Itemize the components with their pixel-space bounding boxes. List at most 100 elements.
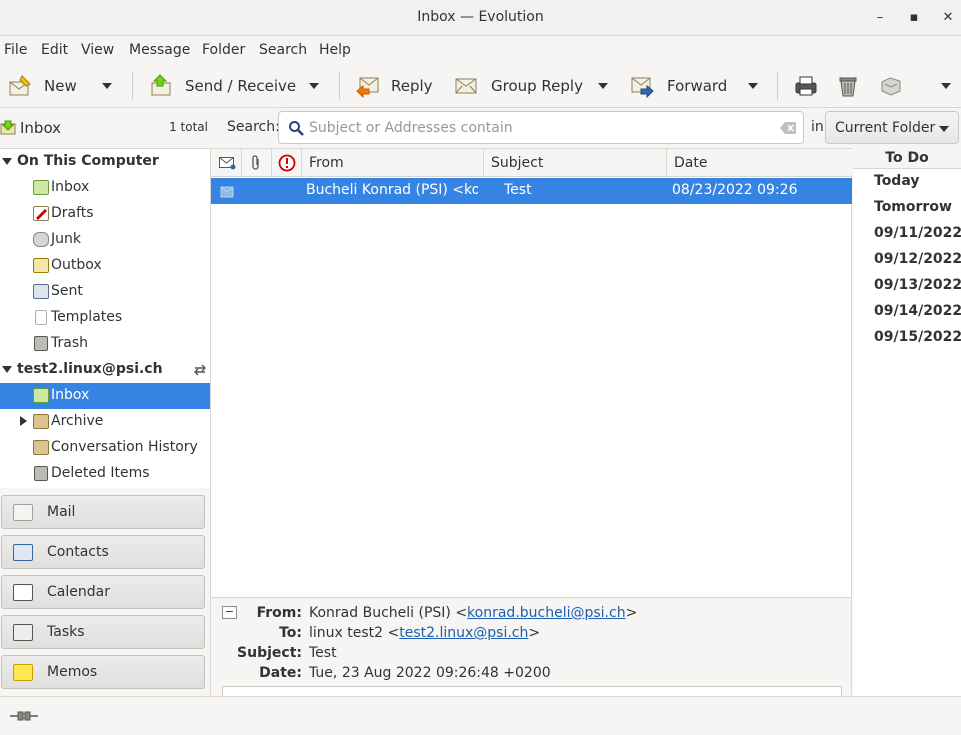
- search-input[interactable]: Subject or Addresses contain: [278, 111, 804, 144]
- menu-folder[interactable]: Folder: [202, 42, 245, 58]
- todo-day[interactable]: 09/12/2022: [874, 251, 961, 267]
- todo-day[interactable]: 09/15/2022: [874, 329, 961, 345]
- message-list: From Subject Date Bucheli Konrad (PSI) <…: [211, 148, 852, 597]
- group-reply-dropdown-arrow[interactable]: [593, 64, 613, 108]
- folder-tree: On This Computer Inbox Drafts Junk Outbo…: [0, 148, 211, 488]
- send-receive-icon: [151, 74, 171, 96]
- calendar-icon: [13, 584, 33, 601]
- message-subject: Test: [504, 182, 532, 198]
- group-reply-icon: [455, 78, 477, 94]
- to-email-link[interactable]: test2.linux@psi.ch: [399, 625, 528, 641]
- folder-deleted-items[interactable]: Deleted Items: [0, 461, 210, 487]
- memos-icon: [13, 664, 33, 681]
- folder-archive[interactable]: Archive: [0, 409, 210, 435]
- header-date: Date: Tue, 23 Aug 2022 09:26:48 +0200: [259, 665, 551, 681]
- close-button[interactable]: ✕: [938, 8, 958, 28]
- todo-day[interactable]: 09/14/2022: [874, 303, 961, 319]
- new-button[interactable]: New: [8, 64, 77, 108]
- folder-drafts[interactable]: Drafts: [0, 201, 210, 227]
- column-subject[interactable]: Subject: [484, 149, 667, 177]
- todo-day[interactable]: 09/13/2022: [874, 277, 961, 293]
- send-receive-dropdown-arrow[interactable]: [304, 64, 324, 108]
- junk-icon: [881, 77, 901, 96]
- reply-button[interactable]: Reply: [356, 64, 433, 108]
- column-attachment[interactable]: [242, 149, 272, 177]
- folder-junk[interactable]: Junk: [0, 227, 210, 253]
- todo-day[interactable]: Tomorrow: [874, 199, 952, 215]
- todo-title: To Do: [853, 148, 961, 169]
- sync-icon[interactable]: [193, 363, 207, 377]
- junk-button[interactable]: [879, 64, 903, 108]
- folder-sent[interactable]: Sent: [0, 279, 210, 305]
- menu-edit[interactable]: Edit: [41, 42, 68, 58]
- read-mail-icon: [220, 186, 234, 198]
- tree-group-account[interactable]: test2.linux@psi.ch: [0, 357, 210, 383]
- expander-down-icon[interactable]: [2, 158, 12, 165]
- search-label: Search:: [227, 119, 280, 135]
- window-title: Inbox — Evolution: [417, 9, 544, 25]
- print-button[interactable]: [794, 64, 818, 108]
- folder-icon: [33, 440, 49, 455]
- sent-icon: [33, 284, 49, 299]
- expander-right-icon[interactable]: [20, 416, 27, 426]
- column-from[interactable]: From: [302, 149, 484, 177]
- todo-day[interactable]: 09/11/2022: [874, 225, 961, 241]
- forward-button[interactable]: Forward: [630, 64, 727, 108]
- column-status[interactable]: [211, 149, 242, 177]
- group-reply-button[interactable]: Group Reply: [454, 64, 583, 108]
- switcher-memos[interactable]: Memos: [1, 655, 205, 689]
- forward-icon: [631, 77, 654, 98]
- switcher-contacts[interactable]: Contacts: [1, 535, 205, 569]
- toolbar-overflow-arrow[interactable]: [936, 64, 956, 108]
- expander-down-icon[interactable]: [2, 366, 12, 373]
- maximize-button[interactable]: ▪: [904, 8, 924, 28]
- junk-icon: [33, 232, 49, 247]
- switcher-calendar[interactable]: Calendar: [1, 575, 205, 609]
- tree-group-on-this-computer[interactable]: On This Computer: [0, 149, 210, 175]
- column-date[interactable]: Date: [667, 149, 852, 177]
- drafts-icon: [33, 206, 49, 221]
- header-to: To: linux test2 <test2.linux@psi.ch>: [279, 625, 541, 641]
- send-receive-button[interactable]: Send / Receive: [150, 64, 296, 108]
- message-count: 1 total: [169, 120, 208, 134]
- folder-header: Inbox 1 total: [0, 108, 211, 148]
- todo-day[interactable]: Today: [874, 173, 919, 189]
- search-placeholder: Subject or Addresses contain: [309, 120, 513, 136]
- forward-dropdown-arrow[interactable]: [743, 64, 763, 108]
- menu-help[interactable]: Help: [319, 42, 351, 58]
- from-email-link[interactable]: konrad.bucheli@psi.ch: [467, 605, 626, 621]
- new-dropdown-arrow[interactable]: [97, 64, 117, 108]
- delete-button[interactable]: [836, 64, 860, 108]
- paperclip-icon: [252, 155, 259, 170]
- trash-icon: [34, 466, 48, 481]
- search-icon[interactable]: [288, 120, 304, 136]
- folder-templates[interactable]: Templates: [0, 305, 210, 331]
- todo-pane: To Do Today Tomorrow 09/11/2022 09/12/20…: [853, 148, 961, 696]
- inbox-icon: [33, 180, 49, 195]
- clear-icon[interactable]: [780, 122, 796, 134]
- menu-file[interactable]: File: [4, 42, 27, 58]
- header-from: From: Konrad Bucheli (PSI) <konrad.buche…: [256, 605, 638, 621]
- menu-view[interactable]: View: [81, 42, 114, 58]
- menu-search[interactable]: Search: [259, 42, 307, 58]
- online-plug-icon[interactable]: [10, 711, 38, 721]
- menu-message[interactable]: Message: [129, 42, 190, 58]
- search-scope-dropdown[interactable]: Current Folder: [825, 111, 959, 144]
- important-icon: [278, 154, 296, 172]
- search-bar: Search: Subject or Addresses contain in …: [211, 108, 961, 148]
- switcher-mail[interactable]: Mail: [1, 495, 205, 529]
- new-mail-icon: [9, 75, 31, 96]
- folder-trash[interactable]: Trash: [0, 331, 210, 357]
- message-from: Bucheli Konrad (PSI) <ko...: [306, 182, 478, 198]
- column-importance[interactable]: [272, 149, 302, 177]
- folder-inbox[interactable]: Inbox: [0, 175, 210, 201]
- folder-outbox[interactable]: Outbox: [0, 253, 210, 279]
- contacts-icon: [13, 544, 33, 561]
- switcher-tasks[interactable]: Tasks: [1, 615, 205, 649]
- folder-conversation-history[interactable]: Conversation History: [0, 435, 210, 461]
- minimize-button[interactable]: –: [870, 8, 890, 28]
- folder-icon: [33, 414, 49, 429]
- folder-account-inbox[interactable]: Inbox: [0, 383, 210, 409]
- table-row[interactable]: Bucheli Konrad (PSI) <ko... Test 08/23/2…: [211, 178, 852, 204]
- header-subject: Subject: Test: [237, 645, 337, 661]
